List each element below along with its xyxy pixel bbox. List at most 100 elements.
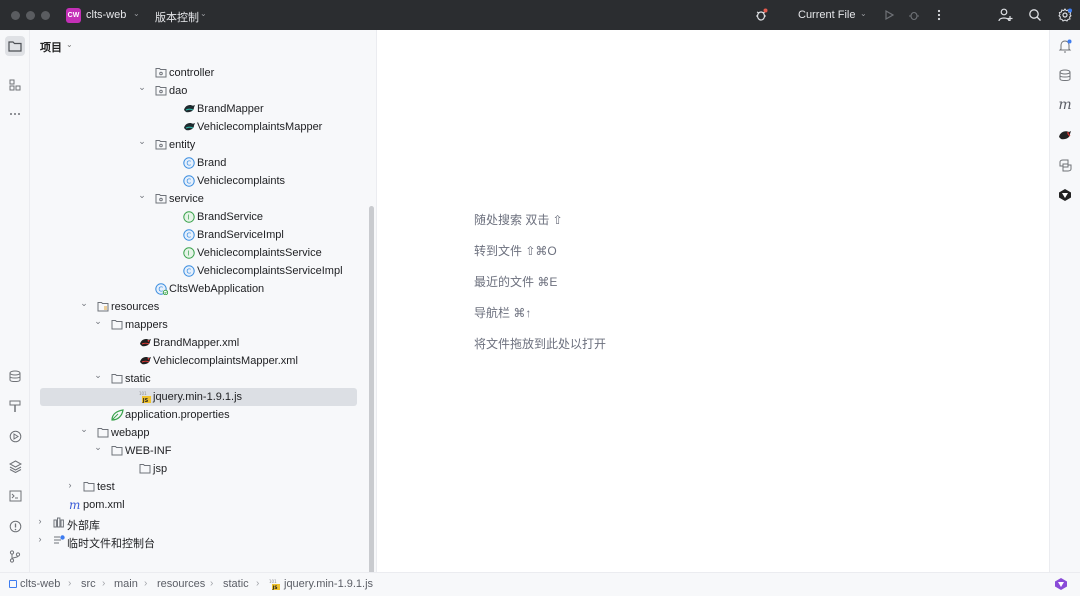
project-panel-title[interactable]: 项目 [40,39,62,55]
tree-item[interactable]: ⌄ webapp [30,424,370,442]
tree-item[interactable]: VehiclecomplaintsMapper [30,118,370,136]
svg-text:C: C [158,286,163,294]
problems-icon[interactable] [5,516,25,536]
breadcrumb-file[interactable]: jquery.min-1.9.1.js [284,578,373,590]
structure-icon[interactable] [5,75,25,95]
tree-item[interactable]: BrandMapper.xml [30,334,370,352]
tree-scrollbar[interactable] [369,206,374,572]
chevron-down-icon[interactable]: ⌄ [66,40,73,49]
chevron-down-icon[interactable]: ⌄ [79,298,89,309]
run-services-icon[interactable] [5,426,25,446]
tree-item[interactable]: C Brand [30,154,370,172]
chevron-down-icon[interactable]: ⌄ [137,136,147,147]
more-icon[interactable] [931,7,947,23]
breadcrumb-separator-icon: › [256,578,260,589]
build-hammer-icon[interactable] [5,396,25,416]
tree-item-label: mappers [125,319,168,331]
class-c-icon: C [183,229,195,241]
package-folder-icon [155,193,167,205]
tree-item[interactable]: ⌄ resources [30,298,370,316]
maven-icon[interactable]: m [1056,96,1074,114]
tree-item[interactable]: ⌄ entity [30,136,370,154]
vcs-menu[interactable]: 版本控制 [155,9,199,25]
resources-folder-icon [97,301,109,313]
maximize-window-button[interactable] [41,11,50,20]
chevron-right-icon[interactable]: › [35,516,45,526]
tree-item-label: entity [169,139,196,151]
chevron-down-icon[interactable]: ⌄ [137,190,147,201]
tree-item[interactable]: application.properties [30,406,370,424]
svg-text:C: C [186,268,191,276]
chevron-down-icon[interactable]: ⌄ [137,82,147,93]
breadcrumb-resources[interactable]: resources [157,578,205,590]
tree-item[interactable]: C VehiclecomplaintsServiceImpl [30,262,370,280]
breadcrumb-static[interactable]: static [223,578,249,590]
more-dots-icon[interactable] [5,104,25,124]
tree-item[interactable]: › test [30,478,370,496]
breadcrumb-main[interactable]: main [114,578,138,590]
run-icon[interactable] [881,7,897,23]
interface-i-icon: I [183,211,195,223]
tree-item[interactable]: ⌄ mappers [30,316,370,334]
tree-item-label: VehiclecomplaintsMapper.xml [153,355,298,367]
tree-item-label: BrandService [197,211,264,223]
js-file-icon: 101 JS [269,579,280,591]
debug-icon[interactable] [906,7,922,23]
search-icon[interactable] [1027,7,1043,23]
chevron-down-icon[interactable]: ⌄ [79,424,89,435]
git-branch-icon[interactable] [5,546,25,566]
tree-item[interactable]: ⌄ service [30,190,370,208]
breadcrumb-src[interactable]: src [81,578,96,590]
tree-item[interactable]: › 外部库 [30,514,370,532]
tree-item[interactable]: jsp [30,460,370,478]
database-icon[interactable] [5,366,25,386]
terminal-icon[interactable] [5,486,25,506]
tree-item-label: application.properties [125,409,230,421]
add-user-icon[interactable] [997,7,1013,23]
tree-item[interactable]: VehiclecomplaintsMapper.xml [30,352,370,370]
tree-item[interactable]: C BrandServiceImpl [30,226,370,244]
chevron-right-icon[interactable]: › [35,534,45,544]
settings-icon[interactable] [1057,7,1073,23]
mybatis-icon[interactable] [1056,126,1074,144]
layers-icon[interactable] [5,456,25,476]
tree-item[interactable]: BrandMapper [30,100,370,118]
run-config-selector[interactable]: Current File [798,9,855,21]
tree-item[interactable]: I VehiclecomplaintsService [30,244,370,262]
close-window-button[interactable] [11,11,20,20]
tree-item-label: Vehiclecomplaints [197,175,286,187]
svg-text:JS: JS [272,585,278,590]
hint-search-everywhere: 随处搜索 双击 ⇧ [474,213,563,227]
python-icon[interactable] [1056,156,1074,174]
tree-item[interactable]: I BrandService [30,208,370,226]
project-folder-icon[interactable] [5,36,25,56]
notifications-icon[interactable] [1056,37,1074,55]
tree-item[interactable]: ⌄ static [30,370,370,388]
ai-assistant-icon[interactable] [1056,186,1074,204]
tree-item[interactable]: m pom.xml [30,496,370,514]
tree-item[interactable]: C CltsWebApplication [30,280,370,298]
ai-status-icon[interactable] [1054,577,1068,591]
project-name-menu[interactable]: clts-web [86,9,126,21]
maven-m-icon: m [69,498,81,512]
bug-badge-icon[interactable] [753,7,769,23]
chevron-down-icon: ⌄ [200,9,207,18]
chevron-down-icon[interactable]: ⌄ [93,316,103,327]
tree-item[interactable]: › 临时文件和控制台 [30,532,370,550]
svg-text:I: I [187,250,189,258]
tree-item-label: VehiclecomplaintsServiceImpl [197,265,343,277]
database-icon[interactable] [1056,66,1074,84]
tree-item[interactable]: C Vehiclecomplaints [30,172,370,190]
tree-item[interactable]: ⌄ WEB-INF [30,442,370,460]
chevron-down-icon[interactable]: ⌄ [93,370,103,381]
breadcrumb-project[interactable]: clts-web [20,578,60,590]
tree-item[interactable]: controller [30,64,370,82]
module-icon [9,580,17,588]
tree-item[interactable]: ⌄ dao [30,82,370,100]
tree-item[interactable]: 101 JS jquery.min-1.9.1.js [30,388,370,406]
project-badge[interactable]: CW [66,8,81,23]
minimize-window-button[interactable] [26,11,35,20]
chevron-down-icon[interactable]: ⌄ [93,442,103,453]
chevron-right-icon[interactable]: › [65,480,75,490]
class-c-icon: C [183,157,195,169]
